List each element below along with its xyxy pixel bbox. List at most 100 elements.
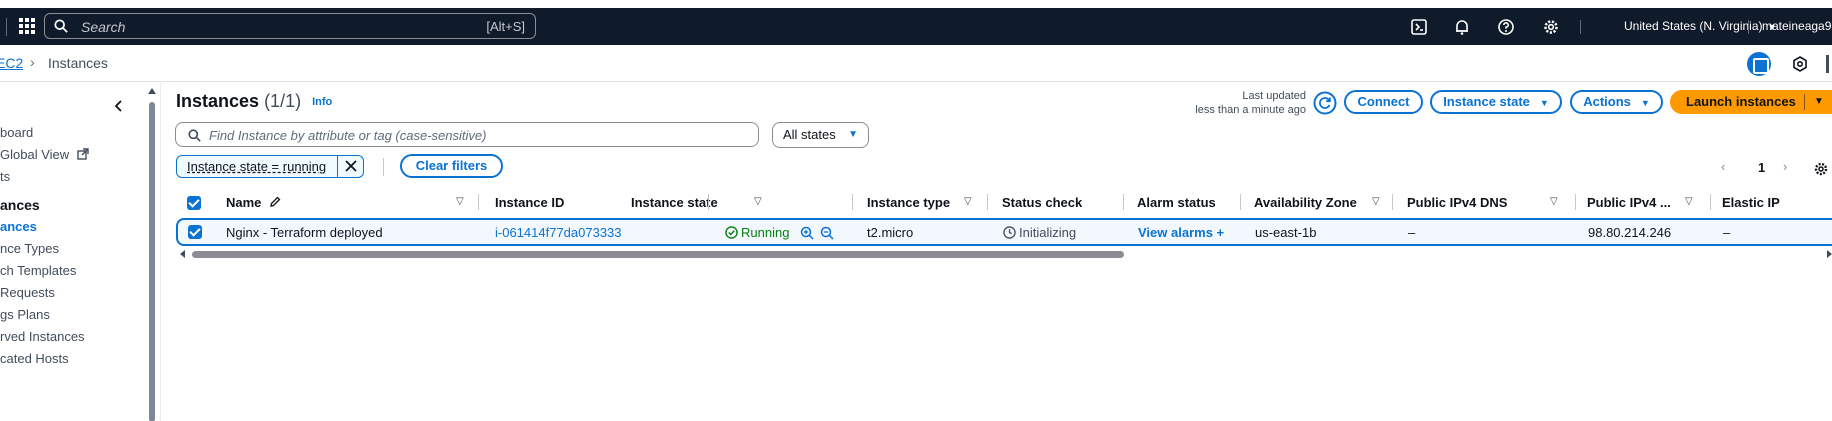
search-icon <box>54 19 68 33</box>
column-resizer[interactable] <box>1575 194 1576 210</box>
refresh-icon[interactable] <box>1313 91 1337 115</box>
instance-filter-input[interactable]: Find Instance by attribute or tag (case-… <box>175 122 759 147</box>
view-alarms-label: View alarms <box>1138 225 1213 240</box>
row-checkbox[interactable] <box>188 225 202 239</box>
breadcrumb: EC2 › Instances <box>0 45 1832 82</box>
region-label: United States (N. Virginia) <box>1624 19 1763 33</box>
sidebar-item-instance-types[interactable]: nce Types <box>0 241 59 256</box>
column-resizer[interactable] <box>1710 194 1711 210</box>
button-divider <box>1804 94 1805 110</box>
last-updated: Last updated less than a minute ago <box>1180 89 1306 117</box>
clear-filters-button[interactable]: Clear filters <box>400 154 503 178</box>
chevron-left-icon[interactable]: ‹ <box>1721 159 1725 174</box>
page-title-text: Instances <box>176 91 260 111</box>
close-icon[interactable] <box>343 158 359 174</box>
table-horizontal-scrollbar[interactable] <box>178 249 1832 259</box>
chevron-left-icon[interactable] <box>112 99 126 113</box>
column-resizer[interactable] <box>1123 194 1124 210</box>
filter-token[interactable]: Instance state = running <box>176 155 364 178</box>
column-header-instance-type[interactable]: Instance type <box>867 195 950 210</box>
sidebar-item-savings-plans[interactable]: gs Plans <box>0 307 50 322</box>
plus-icon: + <box>1216 225 1225 240</box>
column-header-label: Name <box>226 195 262 210</box>
info-link[interactable]: Info <box>312 96 332 108</box>
state-select-value: All states <box>783 127 836 142</box>
zoom-out-icon[interactable] <box>820 226 834 240</box>
instance-state-button[interactable]: Instance state ▼ <box>1430 90 1562 114</box>
top-navigation: Search [Alt+S] United States (N. Virgini… <box>0 8 1832 45</box>
column-header-alarm-status[interactable]: Alarm status <box>1137 195 1216 210</box>
column-header-public-ipv4-dns[interactable]: Public IPv4 DNS <box>1407 195 1507 210</box>
column-resizer[interactable] <box>478 194 479 210</box>
instance-id-link[interactable]: i-061414f77da073333 <box>495 225 622 240</box>
caret-down-icon: ▼ <box>1539 98 1549 108</box>
global-search-input[interactable]: Search [Alt+S] <box>44 13 536 39</box>
nav-divider <box>1580 20 1581 34</box>
scroll-right-icon[interactable] <box>1827 250 1832 258</box>
column-resizer[interactable] <box>1240 194 1241 210</box>
chevron-right-icon[interactable]: › <box>1783 159 1787 174</box>
state-select[interactable]: All states ▼ <box>772 122 869 148</box>
zoom-in-icon[interactable] <box>800 226 814 240</box>
table-header: Name ▽ Instance ID Instance state ▽ Inst… <box>226 195 1780 210</box>
column-resizer[interactable] <box>1392 194 1393 210</box>
account-menu[interactable]: mateineaga99 <box>1762 19 1832 33</box>
selection-count: (1/1) <box>264 91 302 111</box>
column-resizer[interactable] <box>708 194 709 210</box>
notifications-hexagon-icon[interactable] <box>1791 55 1809 73</box>
chevron-right-icon: › <box>30 54 35 70</box>
search-shortcut: [Alt+S] <box>486 19 525 34</box>
scrollbar-thumb[interactable] <box>149 102 155 421</box>
actions-button[interactable]: Actions ▼ <box>1570 90 1663 114</box>
connect-button[interactable]: Connect <box>1344 90 1423 114</box>
sidebar-item-dedicated-hosts[interactable]: cated Hosts <box>0 351 69 366</box>
scrollbar-thumb[interactable] <box>192 251 1124 258</box>
instance-state-label: Instance state <box>1443 94 1530 109</box>
page-number[interactable]: 1 <box>1758 160 1765 175</box>
sidebar-section-instances[interactable]: ances <box>0 197 40 213</box>
availability-zone-value: us-east-1b <box>1255 225 1317 240</box>
column-header-name[interactable]: Name <box>226 195 281 210</box>
bell-icon[interactable] <box>1453 18 1471 36</box>
last-updated-label: Last updated <box>1242 90 1306 102</box>
sidebar-item-dashboard[interactable]: board <box>0 125 33 140</box>
instance-state-cell: Running <box>725 225 789 240</box>
region-selector[interactable]: United States (N. Virginia) ▼ <box>1624 19 1776 33</box>
sidebar-item-events[interactable]: ts <box>0 169 10 184</box>
cloudshell-icon[interactable] <box>1410 18 1428 36</box>
caret-down-icon[interactable]: ▼ <box>1814 90 1824 114</box>
launch-instances-button[interactable]: Launch instances ▼ <box>1670 90 1832 114</box>
column-header-instance-state[interactable]: Instance state <box>631 195 718 210</box>
tools-panel-handle[interactable] <box>1826 55 1829 73</box>
table-row[interactable]: Nginx - Terraform deployed i-061414f77da… <box>176 218 1832 246</box>
column-header-instance-id[interactable]: Instance ID <box>495 195 564 210</box>
column-header-availability-zone[interactable]: Availability Zone <box>1254 195 1357 210</box>
actions-label: Actions <box>1583 94 1631 109</box>
apps-grid-icon[interactable] <box>19 18 35 34</box>
sidebar-item-instances[interactable]: ances <box>0 219 37 234</box>
column-resizer[interactable] <box>987 194 988 210</box>
nav-divider <box>1748 20 1749 34</box>
sidebar-scrollbar[interactable] <box>148 88 156 421</box>
column-header-status-check[interactable]: Status check <box>1002 195 1082 210</box>
help-icon[interactable] <box>1497 18 1515 36</box>
split-panel-icon[interactable] <box>1747 52 1771 76</box>
launch-instances-label: Launch instances <box>1686 94 1796 109</box>
sidebar-item-reserved-instances[interactable]: rved Instances <box>0 329 85 344</box>
sidebar-item-launch-templates[interactable]: ch Templates <box>0 263 76 278</box>
edit-pencil-icon <box>270 196 281 207</box>
instance-state-value: Running <box>741 225 790 240</box>
filter-divider <box>383 158 384 176</box>
sidebar-item-global-view[interactable]: Global View <box>0 147 89 162</box>
breadcrumb-ec2-link[interactable]: EC2 <box>0 55 23 71</box>
column-resizer[interactable] <box>852 194 853 210</box>
preferences-gear-icon[interactable] <box>1813 161 1829 177</box>
view-alarms-link[interactable]: View alarms + <box>1138 225 1224 240</box>
scroll-left-icon[interactable] <box>180 250 185 258</box>
column-header-public-ipv4[interactable]: Public IPv4 ... <box>1587 195 1671 210</box>
column-header-elastic-ip[interactable]: Elastic IP <box>1722 195 1780 210</box>
scroll-up-icon[interactable] <box>148 88 156 94</box>
sidebar-item-spot-requests[interactable]: Requests <box>0 285 55 300</box>
settings-gear-icon[interactable] <box>1542 18 1560 36</box>
filter-token-label[interactable]: Instance state = running <box>187 159 326 174</box>
